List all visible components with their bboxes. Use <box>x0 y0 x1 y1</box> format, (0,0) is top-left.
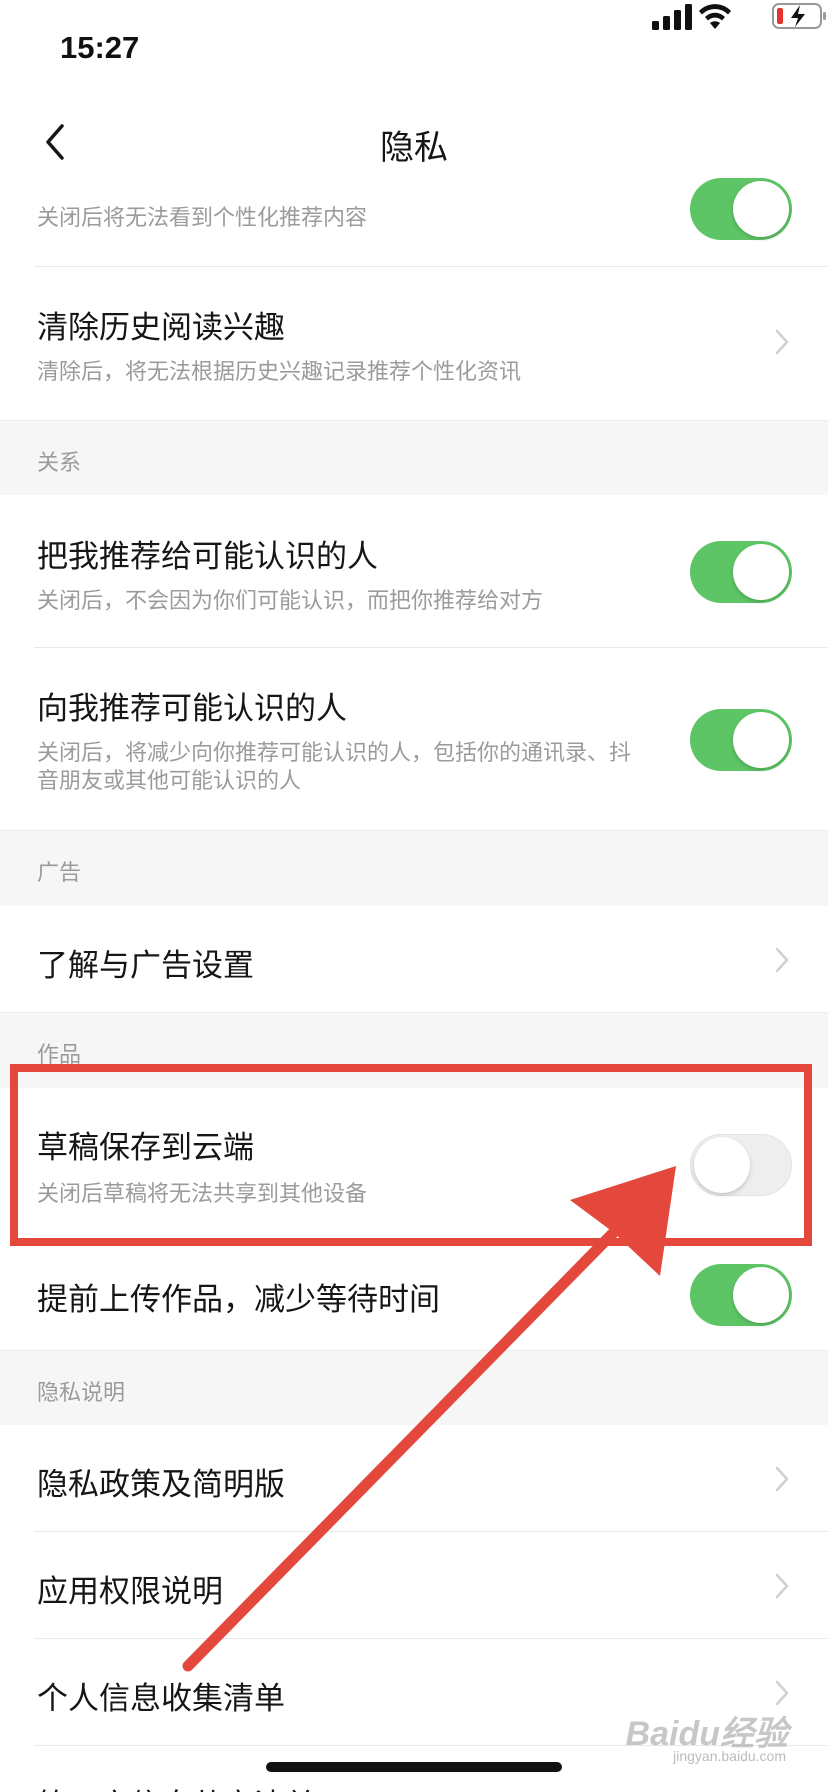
page-title: 隐私 <box>380 129 448 167</box>
chevron-right-icon <box>775 329 789 355</box>
pre-upload-toggle[interactable] <box>690 1264 792 1326</box>
setting-row-personalized: 关闭后将无法看到个性化推荐内容 <box>0 178 828 267</box>
section-header-relations: 关系 <box>0 420 828 496</box>
section-header-ads: 广告 <box>0 830 828 907</box>
chevron-right-icon <box>775 1466 789 1492</box>
recommend-to-me-toggle[interactable] <box>690 709 792 771</box>
setting-row-recommend-me: 把我推荐给可能认识的人 关闭后，不会因为你们可能认识，而把你推荐给对方 <box>0 495 828 648</box>
setting-row-clear-history[interactable]: 清除历史阅读兴趣 清除后，将无法根据历史兴趣记录推荐个性化资讯 <box>0 268 828 420</box>
toggle-knob <box>733 544 789 600</box>
setting-title: 提前上传作品，减少等待时间 <box>37 1282 440 1317</box>
toggle-knob <box>733 712 789 768</box>
setting-desc: 关闭后将无法看到个性化推荐内容 <box>37 205 368 230</box>
setting-row-draft-cloud: 草稿保存到云端 关闭后草稿将无法共享到其他设备 <box>0 1088 828 1238</box>
divider <box>34 647 828 648</box>
divider <box>34 266 828 267</box>
section-label: 广告 <box>37 860 82 885</box>
personalized-toggle[interactable] <box>690 178 792 240</box>
setting-desc: 清除后，将无法根据历史兴趣记录推荐个性化资讯 <box>37 359 522 384</box>
section-label: 关系 <box>37 450 82 475</box>
recommend-me-toggle[interactable] <box>690 541 792 603</box>
status-bar: 15:27 <box>0 0 828 100</box>
setting-row-recommend-to-me: 向我推荐可能认识的人 关闭后，将减少向你推荐可能认识的人，包括你的通讯录、抖音朋… <box>0 649 828 830</box>
setting-title: 把我推荐给可能认识的人 <box>37 539 378 574</box>
setting-row-privacy-policy[interactable]: 隐私政策及简明版 <box>0 1425 828 1532</box>
section-label: 隐私说明 <box>37 1380 126 1405</box>
setting-title: 草稿保存到云端 <box>37 1130 254 1165</box>
toggle-knob <box>694 1137 750 1193</box>
battery-charging-icon <box>772 3 826 29</box>
setting-title: 隐私政策及简明版 <box>37 1467 285 1502</box>
setting-row-ad-settings[interactable]: 了解与广告设置 <box>0 906 828 1012</box>
setting-title: 应用权限说明 <box>37 1574 223 1609</box>
home-indicator <box>266 1762 562 1772</box>
chevron-right-icon <box>775 1573 789 1599</box>
setting-desc: 关闭后，不会因为你们可能认识，而把你推荐给对方 <box>37 588 544 613</box>
setting-title: 个人信息收集清单 <box>37 1681 285 1716</box>
draft-cloud-toggle[interactable] <box>690 1134 792 1196</box>
chevron-right-icon <box>775 947 789 973</box>
setting-title: 第三方信息共享清单 <box>37 1780 316 1792</box>
setting-title: 了解与广告设置 <box>37 948 254 983</box>
setting-row-app-permissions[interactable]: 应用权限说明 <box>0 1532 828 1639</box>
signal-icon <box>652 4 692 30</box>
status-time: 15:27 <box>60 30 140 65</box>
setting-desc: 关闭后草稿将无法共享到其他设备 <box>37 1181 368 1206</box>
setting-desc: 关闭后，将减少向你推荐可能认识的人，包括你的通讯录、抖音朋友或其他可能认识的人 <box>37 740 632 793</box>
section-header-works: 作品 <box>0 1012 828 1089</box>
chevron-right-icon <box>775 1680 789 1706</box>
nav-bar: 隐私 <box>0 100 828 185</box>
section-label: 作品 <box>37 1042 82 1067</box>
toggle-knob <box>733 1267 789 1323</box>
setting-title: 清除历史阅读兴趣 <box>37 310 285 345</box>
section-header-privacy-notes: 隐私说明 <box>0 1350 828 1426</box>
wifi-icon <box>699 4 731 29</box>
watermark-url: jingyan.baidu.com <box>673 1748 786 1764</box>
toggle-knob <box>733 181 789 237</box>
setting-title: 向我推荐可能认识的人 <box>37 691 347 726</box>
setting-row-pre-upload: 提前上传作品，减少等待时间 <box>0 1238 828 1350</box>
